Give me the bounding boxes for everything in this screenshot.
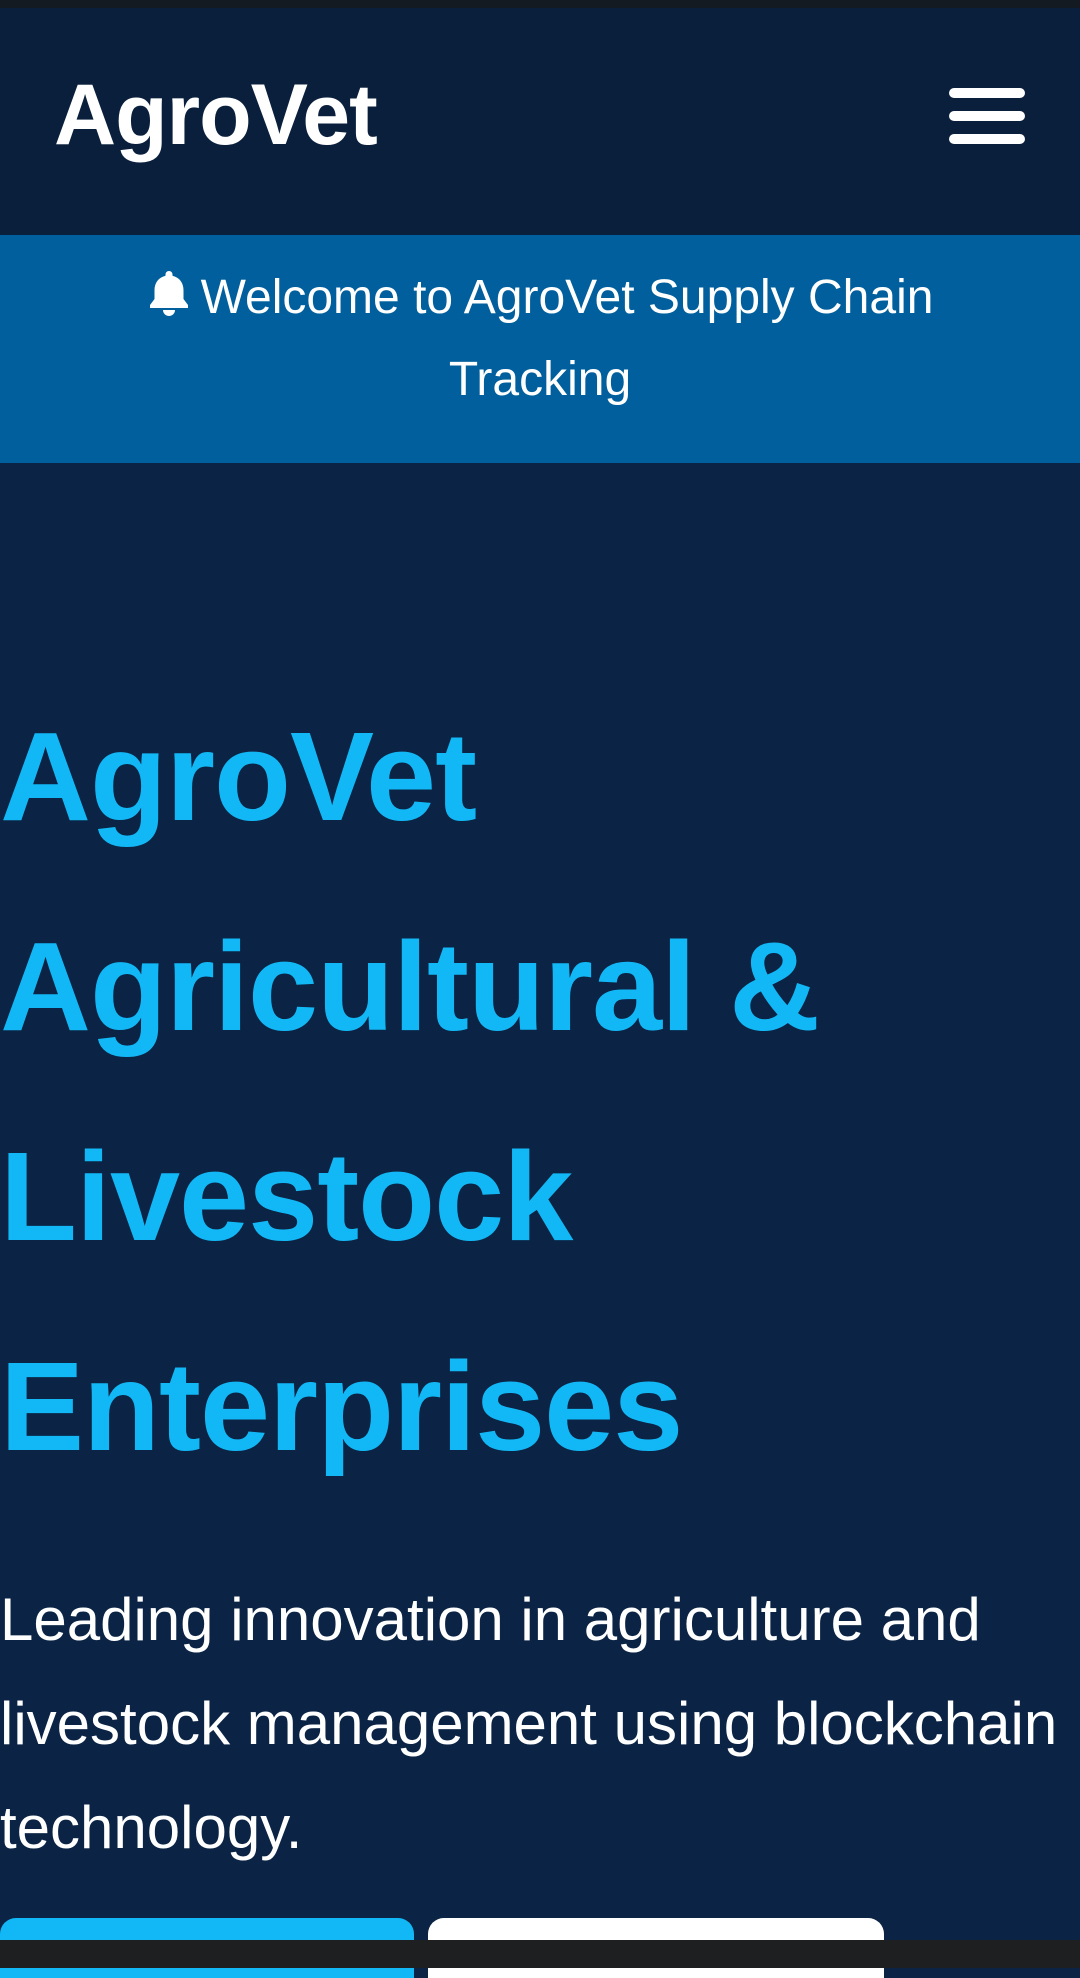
- hero-title-line: AgroVet: [0, 706, 477, 847]
- bell-icon: [149, 271, 188, 316]
- hero-title-line: Livestock: [0, 1126, 573, 1267]
- status-strip: [0, 0, 1080, 8]
- hero-title-line: Agricultural &: [0, 916, 820, 1057]
- hamburger-line: [949, 111, 1025, 121]
- hero-title: AgroVet Agricultural & Livestock Enterpr…: [0, 672, 1080, 1512]
- system-navigation-bar: [0, 1940, 1080, 1968]
- hero-subtitle: Leading innovation in agriculture and li…: [0, 1586, 1058, 1861]
- hamburger-menu-icon[interactable]: [944, 80, 1028, 156]
- hero-title-line: Enterprises: [0, 1336, 683, 1477]
- hamburger-line: [949, 134, 1025, 144]
- brand-logo[interactable]: AgroVet: [54, 72, 378, 158]
- navbar: AgroVet: [0, 8, 1080, 235]
- hamburger-line: [949, 88, 1025, 98]
- banner-text: Welcome to AgroVet Supply Chain Tracking: [200, 271, 934, 406]
- welcome-banner: Welcome to AgroVet Supply Chain Tracking: [0, 235, 1080, 463]
